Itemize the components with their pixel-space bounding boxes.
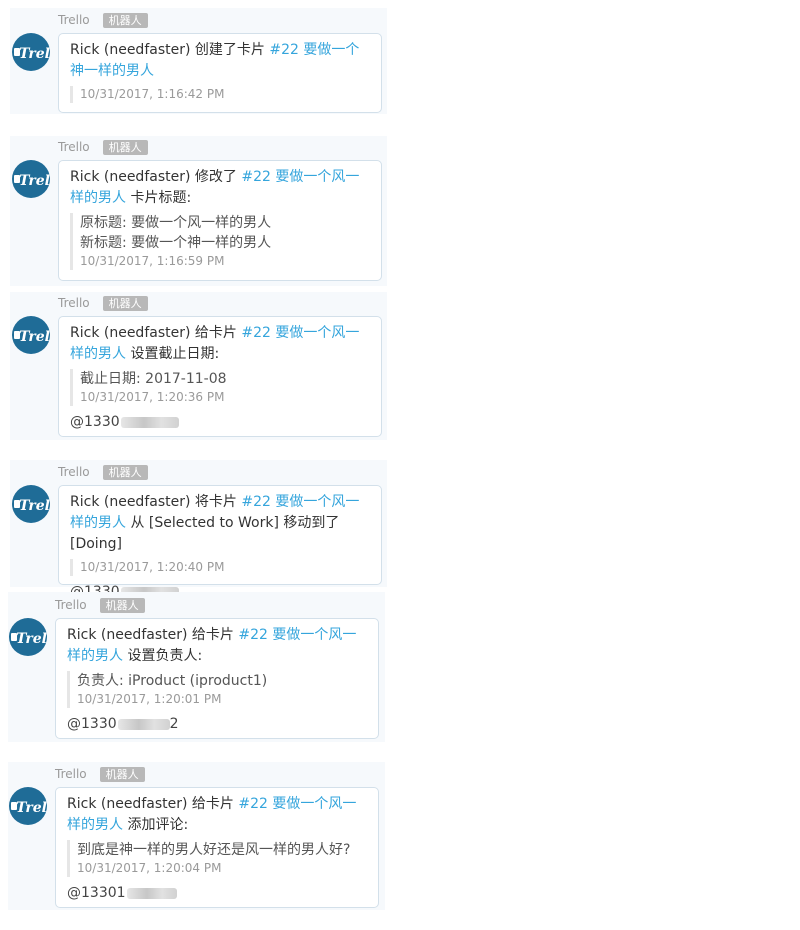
mention-tail: 2 xyxy=(169,716,179,732)
svg-text:Trello: Trello xyxy=(19,173,50,189)
trello-avatar[interactable]: Trello xyxy=(12,485,50,523)
svg-text:Trello: Trello xyxy=(19,46,50,62)
trello-logo-icon: Trello xyxy=(14,46,50,62)
detail-quote: 截止日期: 2017-11-08 10/31/2017, 1:20:36 PM xyxy=(70,369,372,406)
trello-logo-icon: Trello xyxy=(11,631,47,647)
svg-text:Trello: Trello xyxy=(19,498,50,514)
timestamp: 10/31/2017, 1:20:01 PM xyxy=(77,692,222,706)
actor-name: Rick (needfaster) xyxy=(70,42,191,58)
sender-name: Trello xyxy=(55,598,87,612)
action-suffix: 卡片标题: xyxy=(126,190,192,206)
timestamp: 10/31/2017, 1:20:36 PM xyxy=(80,390,225,404)
svg-text:Trello: Trello xyxy=(16,631,47,647)
mention-line: @1330 2 xyxy=(67,714,369,734)
mention-text: @1330 xyxy=(67,716,117,732)
sender-name: Trello xyxy=(58,140,90,154)
comment-detail: 到底是神一样的男人好还是风一样的男人好? xyxy=(77,842,351,858)
action-verb: 修改了 xyxy=(190,169,242,185)
message-text: Rick (needfaster) 给卡片 #22 要做一个风一样的男人 添加评… xyxy=(67,794,369,836)
message-text: Rick (needfaster) 创建了卡片 #22 要做一个神一样的男人 xyxy=(70,40,372,82)
sender-name: Trello xyxy=(55,767,87,781)
detail-quote: 到底是神一样的男人好还是风一样的男人好? 10/31/2017, 1:20:04… xyxy=(67,840,369,877)
actor-name: Rick (needfaster) xyxy=(67,796,188,812)
redacted-mask xyxy=(117,718,170,730)
timestamp: 10/31/2017, 1:20:40 PM xyxy=(80,560,225,574)
timestamp: 10/31/2017, 1:16:59 PM xyxy=(80,254,225,268)
sender-line: Trello 机器人 xyxy=(58,12,148,28)
action-verb: 给卡片 xyxy=(190,325,242,341)
sender-name: Trello xyxy=(58,465,90,479)
detail-quote: 负责人: iProduct (iproduct1) 10/31/2017, 1:… xyxy=(67,671,369,708)
redacted-mask xyxy=(126,887,177,899)
action-verb: 给卡片 xyxy=(187,627,239,643)
bot-badge: 机器人 xyxy=(102,139,148,155)
trello-logo-icon: Trello xyxy=(14,329,50,345)
message-card: Rick (needfaster) 给卡片 #22 要做一个风一样的男人 设置截… xyxy=(58,316,382,437)
trello-logo-icon: Trello xyxy=(14,498,50,514)
actor-name: Rick (needfaster) xyxy=(67,627,188,643)
trello-logo-icon: Trello xyxy=(14,173,50,189)
mention-text: @13301 xyxy=(67,885,126,901)
detail-quote: 10/31/2017, 1:16:42 PM xyxy=(70,86,372,103)
action-verb: 创建了卡片 xyxy=(190,42,270,58)
timestamp: 10/31/2017, 1:20:04 PM xyxy=(77,861,222,875)
bot-badge: 机器人 xyxy=(99,766,145,782)
trello-logo-icon: Trello xyxy=(11,800,47,816)
redacted-mask xyxy=(120,416,179,428)
sender-line: Trello 机器人 xyxy=(55,597,145,613)
sender-name: Trello xyxy=(58,296,90,310)
action-suffix: 设置负责人: xyxy=(123,648,203,664)
message-text: Rick (needfaster) 给卡片 #22 要做一个风一样的男人 设置负… xyxy=(67,625,369,667)
message-card: Rick (needfaster) 创建了卡片 #22 要做一个神一样的男人 1… xyxy=(58,33,382,113)
actor-name: Rick (needfaster) xyxy=(70,494,191,510)
sender-line: Trello 机器人 xyxy=(58,139,148,155)
trello-avatar[interactable]: Trello xyxy=(12,33,50,71)
trello-avatar[interactable]: Trello xyxy=(9,787,47,825)
sender-line: Trello 机器人 xyxy=(58,295,148,311)
message-text: Rick (needfaster) 给卡片 #22 要做一个风一样的男人 设置截… xyxy=(70,323,372,365)
message-card: Rick (needfaster) 给卡片 #22 要做一个风一样的男人 设置负… xyxy=(55,618,379,739)
message-card: Rick (needfaster) 给卡片 #22 要做一个风一样的男人 添加评… xyxy=(55,787,379,908)
message-card: Rick (needfaster) 将卡片 #22 要做一个风一样的男人 从 [… xyxy=(58,485,382,600)
action-verb: 将卡片 xyxy=(190,494,242,510)
action-suffix: 设置截止日期: xyxy=(126,346,220,362)
bot-badge: 机器人 xyxy=(102,12,148,28)
actor-name: Rick (needfaster) xyxy=(70,169,191,185)
mention-text: @1330 xyxy=(70,414,120,430)
svg-text:Trello: Trello xyxy=(19,329,50,345)
action-verb: 给卡片 xyxy=(187,796,239,812)
trello-avatar[interactable]: Trello xyxy=(9,618,47,656)
message-card: Rick (needfaster) 修改了 #22 要做一个风一样的男人 卡片标… xyxy=(58,160,382,281)
detail-quote: 原标题: 要做一个风一样的男人 新标题: 要做一个神一样的男人 10/31/20… xyxy=(70,213,372,270)
bot-badge: 机器人 xyxy=(99,597,145,613)
mention-line: @13301 xyxy=(67,883,369,903)
sender-line: Trello 机器人 xyxy=(58,464,148,480)
mention-line: @1330 xyxy=(70,412,372,432)
bot-badge: 机器人 xyxy=(102,464,148,480)
sender-name: Trello xyxy=(58,13,90,27)
new-title: 新标题: 要做一个神一样的男人 xyxy=(80,235,272,251)
assignee-detail: 负责人: iProduct (iproduct1) xyxy=(77,673,268,689)
bot-badge: 机器人 xyxy=(102,295,148,311)
action-suffix: 添加评论: xyxy=(123,817,189,833)
due-date-detail: 截止日期: 2017-11-08 xyxy=(80,371,227,387)
actor-name: Rick (needfaster) xyxy=(70,325,191,341)
trello-avatar[interactable]: Trello xyxy=(12,160,50,198)
old-title: 原标题: 要做一个风一样的男人 xyxy=(80,215,272,231)
message-text: Rick (needfaster) 将卡片 #22 要做一个风一样的男人 从 [… xyxy=(70,492,372,555)
timestamp: 10/31/2017, 1:16:42 PM xyxy=(80,87,225,101)
detail-quote: 10/31/2017, 1:20:40 PM xyxy=(70,559,372,576)
svg-text:Trello: Trello xyxy=(16,800,47,816)
message-text: Rick (needfaster) 修改了 #22 要做一个风一样的男人 卡片标… xyxy=(70,167,372,209)
sender-line: Trello 机器人 xyxy=(55,766,145,782)
trello-avatar[interactable]: Trello xyxy=(12,316,50,354)
